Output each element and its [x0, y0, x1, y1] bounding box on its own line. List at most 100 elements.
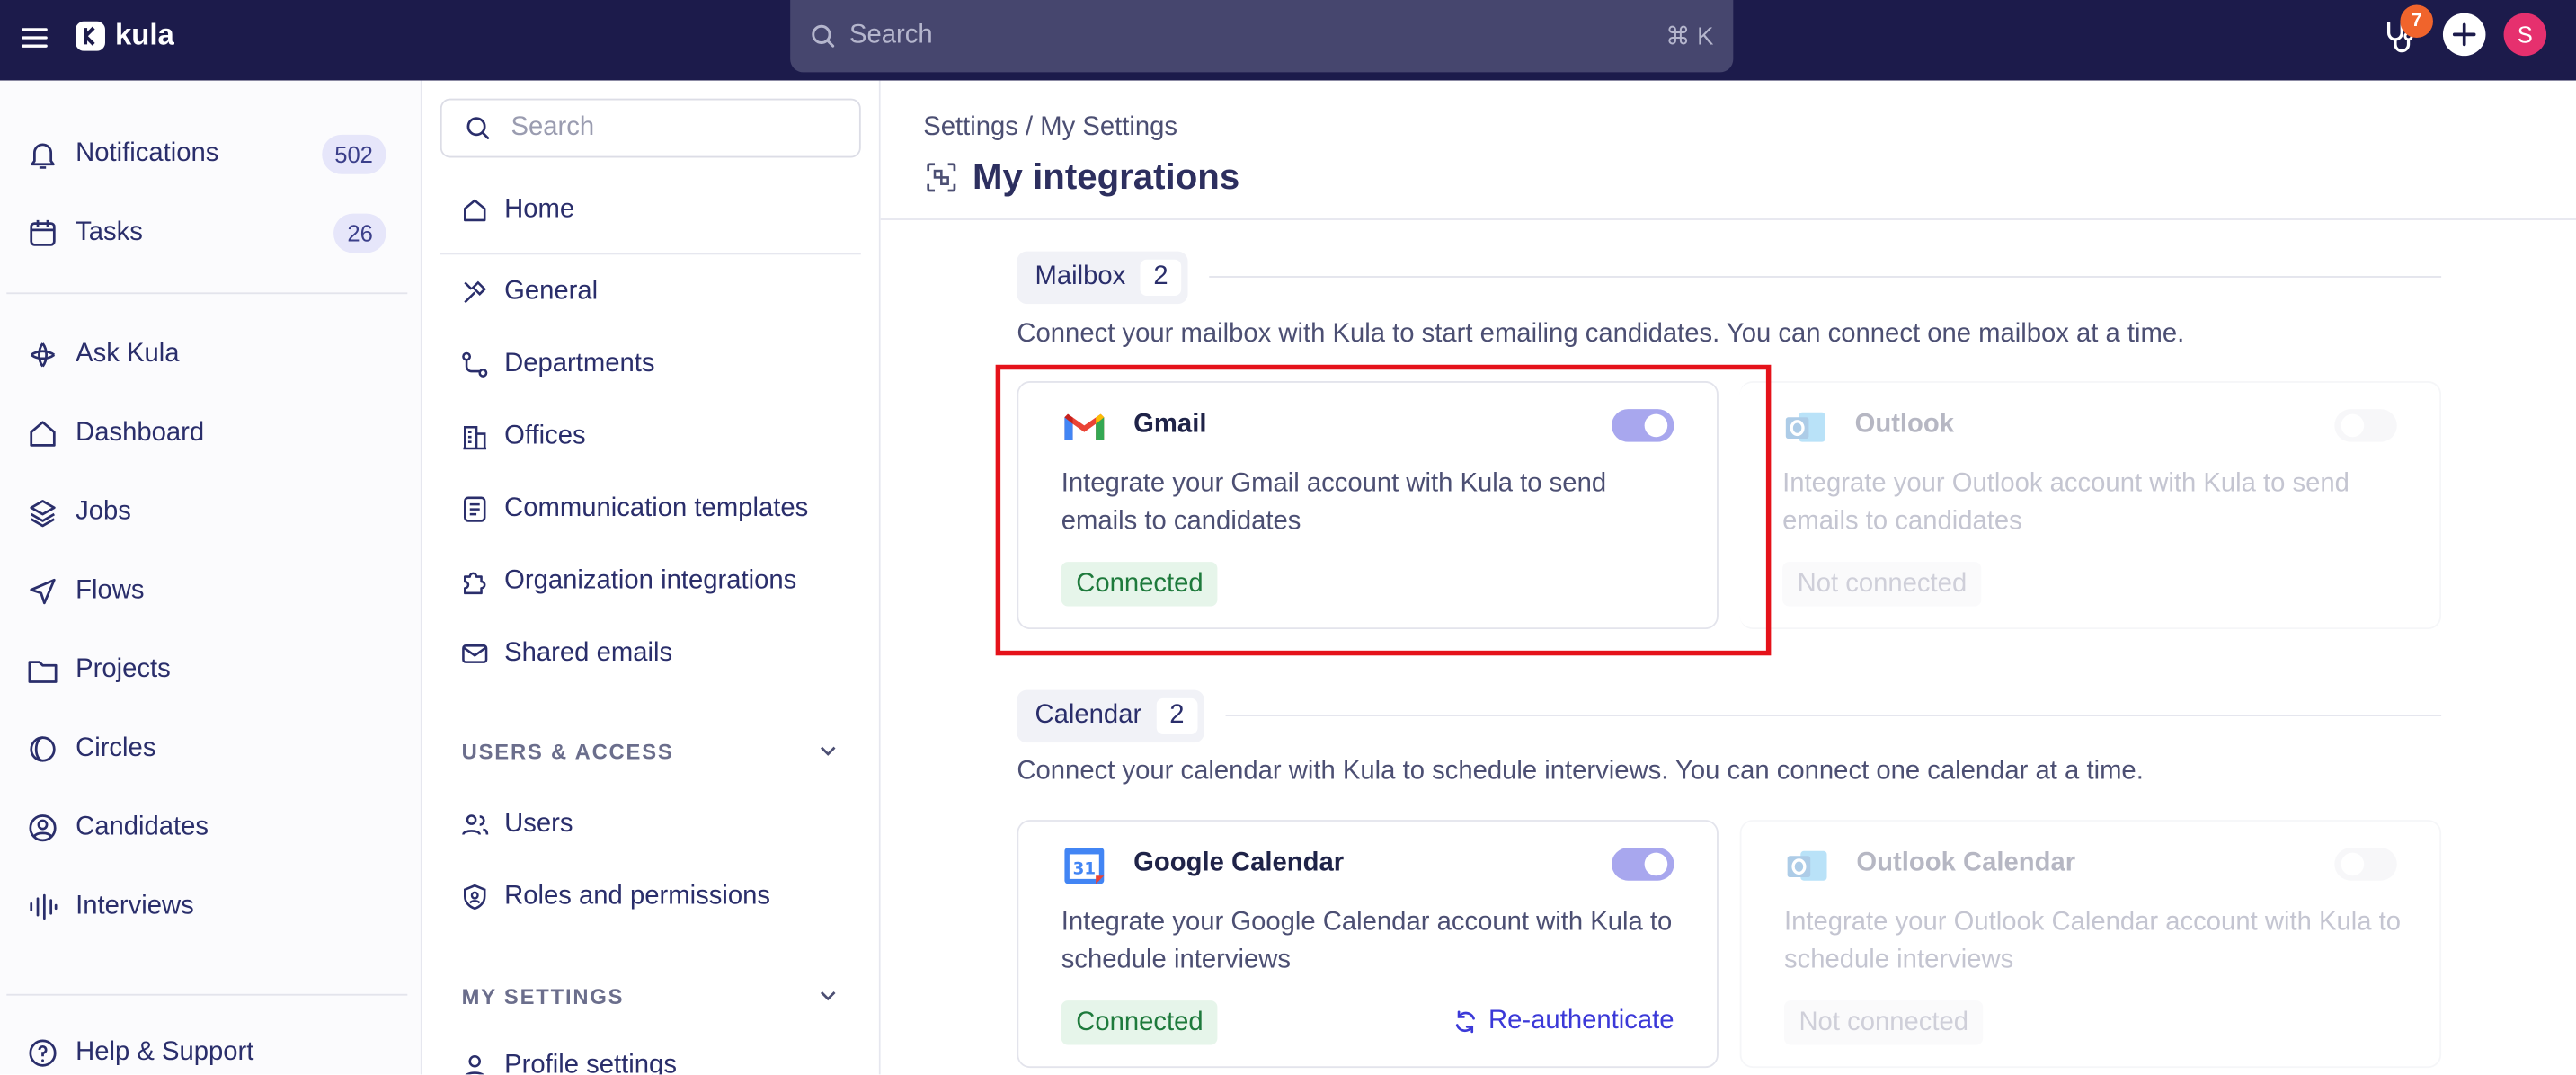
left-navigation: Notifications 502 Tasks 26 Ask Kula Dash…	[0, 80, 422, 1075]
mailbox-section-header: Mailbox 2	[1017, 251, 1188, 305]
bell-icon	[31, 143, 55, 169]
calendar-chip: Calendar 2	[1017, 689, 1204, 743]
notification-badge: 7	[2400, 4, 2433, 39]
nav-item-projects[interactable]: Projects	[0, 637, 422, 703]
folder-icon	[28, 661, 58, 683]
integration-name: Outlook Calendar	[1856, 848, 2076, 878]
section-label: MY SETTINGS	[461, 982, 625, 1008]
settings-item-shared-emails[interactable]: Shared emails	[460, 625, 672, 684]
nav-item-ask-kula[interactable]: Ask Kula	[0, 322, 422, 387]
reauthenticate-button[interactable]: Re-authenticate	[1452, 1007, 1674, 1036]
chevron-down-icon	[820, 991, 836, 1001]
building-icon	[463, 425, 487, 450]
global-search-placeholder: Search	[848, 21, 933, 49]
kula-logo[interactable]: kula	[76, 18, 174, 52]
settings-search-input[interactable]: Search	[440, 98, 861, 158]
nav-item-notifications[interactable]: Notifications 502	[0, 121, 422, 187]
nav-label: Tasks	[76, 218, 143, 247]
section-title: Mailbox	[1035, 262, 1126, 291]
gmail-toggle[interactable]	[1612, 409, 1674, 442]
settings-item-communication-templates[interactable]: Communication templates	[460, 480, 808, 539]
outlook-calendar-toggle[interactable]	[2334, 848, 2397, 881]
menu-icon[interactable]	[18, 22, 51, 55]
outlook-toggle[interactable]	[2334, 409, 2397, 442]
puzzle-icon	[463, 572, 486, 595]
google-calendar-integration-card: 31 Google Calendar Integrate your Google…	[1017, 820, 1719, 1069]
nav-item-candidates[interactable]: Candidates	[0, 795, 422, 861]
nav-label: Interviews	[76, 892, 194, 920]
google-calendar-toggle[interactable]	[1612, 848, 1674, 881]
settings-home-link[interactable]: Home	[460, 181, 574, 240]
nav-label: Ask Kula	[76, 340, 180, 369]
send-icon	[30, 578, 56, 605]
section-title: Calendar	[1035, 701, 1142, 730]
nav-item-flows[interactable]: Flows	[0, 558, 422, 624]
settings-item-label: General	[504, 277, 599, 306]
integration-description: Integrate your Google Calendar account w…	[1061, 908, 1673, 974]
layers-icon	[30, 500, 56, 528]
settings-divider	[440, 253, 861, 255]
users-access-section-toggle[interactable]: USERS & ACCESS	[462, 731, 839, 770]
home-icon	[463, 199, 486, 222]
settings-item-departments[interactable]: Departments	[460, 335, 655, 395]
page-title: My integrations	[973, 155, 1240, 198]
notifications-count-badge: 502	[321, 134, 386, 174]
user-avatar[interactable]: S	[2503, 13, 2547, 57]
create-button[interactable]	[2442, 13, 2486, 57]
header-divider	[880, 218, 2576, 220]
chevron-down-icon	[820, 746, 836, 756]
nav-item-interviews[interactable]: Interviews	[0, 874, 422, 939]
nav-item-help-support[interactable]: Help & Support	[0, 1020, 422, 1075]
gmail-integration-card: Gmail Integrate your Gmail account with …	[1017, 381, 1719, 630]
nav-label: Dashboard	[76, 419, 205, 448]
settings-item-label: Shared emails	[504, 639, 673, 668]
settings-item-label: Users	[504, 810, 573, 839]
search-icon	[466, 117, 490, 139]
breadcrumb[interactable]: Settings / My Settings	[923, 113, 1177, 143]
search-icon	[812, 24, 835, 48]
kula-logo-icon	[76, 20, 105, 50]
settings-item-offices[interactable]: Offices	[460, 407, 586, 466]
nav-label: Projects	[76, 655, 171, 684]
settings-item-general[interactable]: General	[460, 262, 598, 322]
users-icon	[462, 814, 489, 836]
svg-text:31: 31	[1073, 859, 1096, 878]
waveform-icon	[30, 893, 58, 920]
kula-ai-icon	[30, 342, 56, 368]
document-icon	[463, 496, 486, 522]
plus-icon	[2452, 22, 2476, 47]
shield-user-icon	[463, 884, 486, 911]
nav-item-dashboard[interactable]: Dashboard	[0, 401, 422, 466]
settings-item-label: Offices	[504, 422, 586, 450]
nav-label: Help & Support	[76, 1038, 254, 1067]
page-header: My integrations	[923, 156, 1239, 200]
settings-item-roles-permissions[interactable]: Roles and permissions	[460, 867, 770, 927]
section-divider	[1209, 276, 2442, 278]
user-icon	[465, 1054, 484, 1075]
my-settings-section-toggle[interactable]: MY SETTINGS	[462, 976, 839, 1016]
toggle-knob	[2341, 852, 2365, 876]
integration-name: Google Calendar	[1133, 848, 1345, 878]
calendar-description: Connect your calendar with Kula to sched…	[1017, 757, 2144, 786]
route-icon	[462, 351, 488, 378]
integration-name: Outlook	[1854, 410, 1955, 440]
nav-label: Candidates	[76, 813, 209, 841]
nav-item-jobs[interactable]: Jobs	[0, 480, 422, 546]
settings-item-profile-settings[interactable]: Profile settings	[460, 1036, 677, 1075]
nav-label: Jobs	[76, 497, 131, 526]
global-search-bar[interactable]: Search ⌘ K	[790, 0, 1734, 73]
nav-divider	[6, 292, 408, 295]
tasks-count-badge: 26	[333, 213, 386, 253]
nav-item-circles[interactable]: Circles	[0, 716, 422, 782]
integration-name: Gmail	[1133, 410, 1207, 440]
nav-label: Notifications	[76, 139, 219, 168]
settings-item-label: Profile settings	[504, 1051, 677, 1075]
circle-half-icon	[30, 736, 56, 762]
settings-item-organization-integrations[interactable]: Organization integrations	[460, 552, 796, 611]
nav-item-tasks[interactable]: Tasks 26	[0, 200, 422, 266]
settings-item-label: Home	[504, 195, 575, 224]
nav-label: Circles	[76, 734, 156, 763]
home-icon	[30, 421, 56, 447]
reauthenticate-label: Re-authenticate	[1488, 1007, 1674, 1035]
settings-item-users[interactable]: Users	[460, 795, 573, 855]
